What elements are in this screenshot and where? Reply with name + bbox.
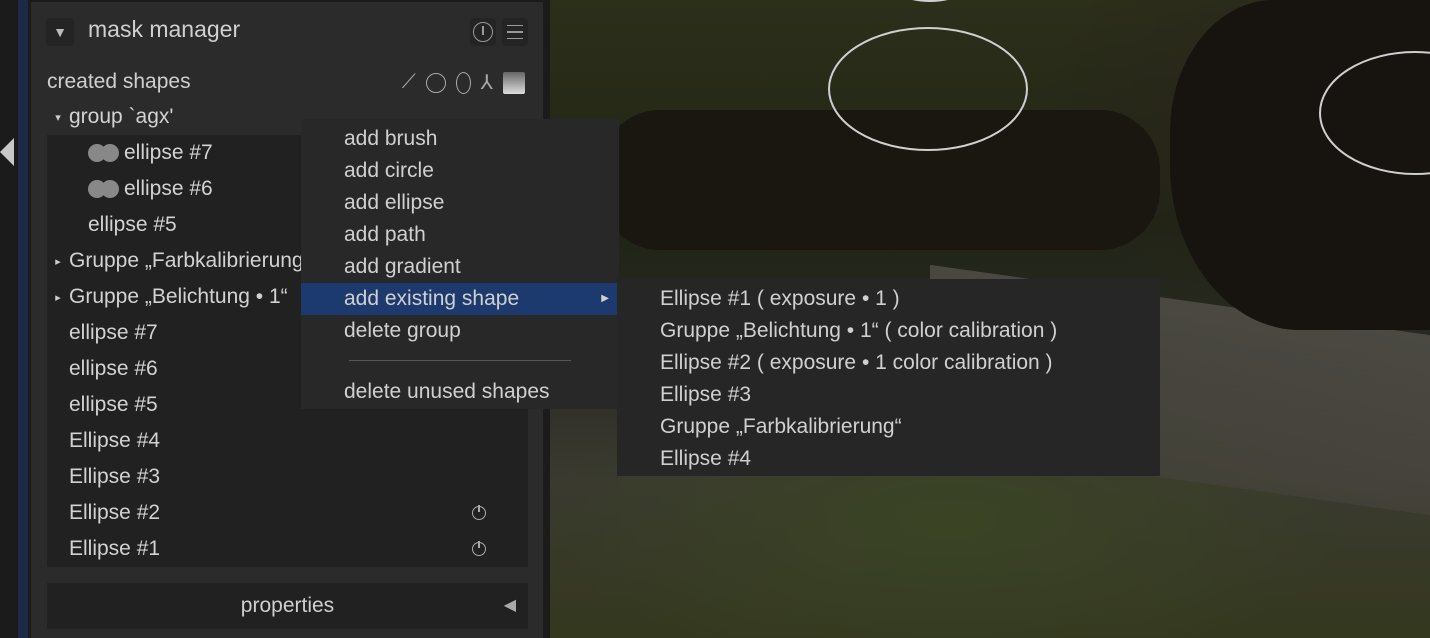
tree-item-label: group `agx': [69, 105, 174, 128]
tree-item[interactable]: ellipse #7: [88, 141, 213, 165]
module-title: mask manager: [88, 16, 241, 42]
tree-item[interactable]: Ellipse #3: [69, 465, 160, 489]
used-shape-icon: [88, 180, 120, 199]
power-icon[interactable]: [472, 541, 486, 556]
gradient-icon[interactable]: [503, 71, 525, 94]
submenu-item[interactable]: Ellipse #1 ( exposure • 1 ): [660, 287, 900, 311]
circle-icon[interactable]: [425, 72, 446, 93]
tree-group[interactable]: ▸ Gruppe „Farbkalibrierung“: [47, 249, 311, 273]
tree-item[interactable]: ellipse #6: [88, 177, 213, 201]
tree-item-label: Gruppe „Farbkalibrierung“: [69, 249, 311, 272]
menu-item-add-gradient[interactable]: add gradient: [301, 251, 619, 283]
submenu-item[interactable]: Gruppe „Belichtung • 1“ ( color calibrat…: [660, 319, 1057, 343]
submenu-item[interactable]: Gruppe „Farbkalibrierung“: [660, 415, 902, 439]
submenu-arrow-icon: ▶: [601, 293, 609, 304]
ellipse-shape-overlay[interactable]: [828, 27, 1028, 151]
context-menu: add brush add circle add ellipse add pat…: [301, 119, 619, 409]
panel-scroll-indicator: [18, 0, 28, 638]
tree-item-label: ellipse #7: [124, 141, 213, 164]
menu-separator: [349, 360, 571, 361]
shape-toolbar: ⟋ ⅄: [402, 70, 525, 95]
menu-item-add-circle[interactable]: add circle: [301, 155, 619, 187]
properties-label: properties: [240, 594, 335, 617]
menu-item-add-ellipse[interactable]: add ellipse: [301, 187, 619, 219]
created-shapes-label: created shapes: [47, 70, 191, 93]
reset-icon[interactable]: [470, 18, 496, 46]
ellipse-shape-overlay[interactable]: [860, 0, 1000, 2]
tree-item[interactable]: ellipse #5: [88, 213, 177, 237]
tree-item[interactable]: Ellipse #4: [69, 429, 160, 453]
menu-item-label: add existing shape: [344, 287, 520, 310]
menu-item-delete-unused-shapes[interactable]: delete unused shapes: [301, 376, 619, 408]
tree-item[interactable]: ellipse #5: [69, 393, 158, 417]
menu-item-delete-group[interactable]: delete group: [301, 315, 619, 347]
collapse-module-icon[interactable]: ▼: [46, 18, 74, 46]
collapsed-arrow-icon: ◀: [503, 597, 516, 614]
tree-item[interactable]: Ellipse #2: [69, 501, 160, 525]
tree-item[interactable]: ellipse #6: [69, 357, 158, 381]
menu-item-add-existing-shape[interactable]: add existing shape ▶: [301, 283, 619, 315]
submenu-item[interactable]: Ellipse #3: [660, 383, 751, 407]
collapse-left-panel-icon[interactable]: [0, 138, 14, 166]
menu-item-add-path[interactable]: add path: [301, 219, 619, 251]
left-border: [0, 0, 18, 638]
existing-shapes-submenu: Ellipse #1 ( exposure • 1 ) Gruppe „Beli…: [617, 279, 1160, 476]
menu-item-add-brush[interactable]: add brush: [301, 123, 619, 155]
expanded-arrow-icon[interactable]: ▾: [47, 111, 69, 124]
brush-icon[interactable]: ⟋: [402, 71, 416, 94]
collapsed-arrow-icon[interactable]: ▸: [47, 255, 69, 268]
submenu-item[interactable]: Ellipse #2 ( exposure • 1 color calibrat…: [660, 351, 1053, 375]
ellipse-icon[interactable]: [455, 71, 471, 94]
tree-item[interactable]: ellipse #7: [69, 321, 158, 345]
tree-group-agx[interactable]: ▾ group `agx': [47, 105, 173, 129]
power-icon[interactable]: [472, 505, 486, 520]
properties-section-header[interactable]: properties ◀: [47, 583, 528, 629]
tree-item-label: Gruppe „Belichtung • 1“: [69, 285, 288, 308]
tree-group[interactable]: ▸ Gruppe „Belichtung • 1“: [47, 285, 288, 309]
used-shape-icon: [88, 144, 120, 163]
ellipse-shape-overlay[interactable]: [1319, 51, 1430, 175]
presets-menu-icon[interactable]: [502, 18, 528, 46]
path-icon[interactable]: ⅄: [481, 70, 493, 95]
submenu-item[interactable]: Ellipse #4: [660, 447, 751, 471]
tree-item-label: ellipse #6: [124, 177, 213, 200]
tree-item[interactable]: Ellipse #1: [69, 537, 160, 561]
collapsed-arrow-icon[interactable]: ▸: [47, 291, 69, 304]
